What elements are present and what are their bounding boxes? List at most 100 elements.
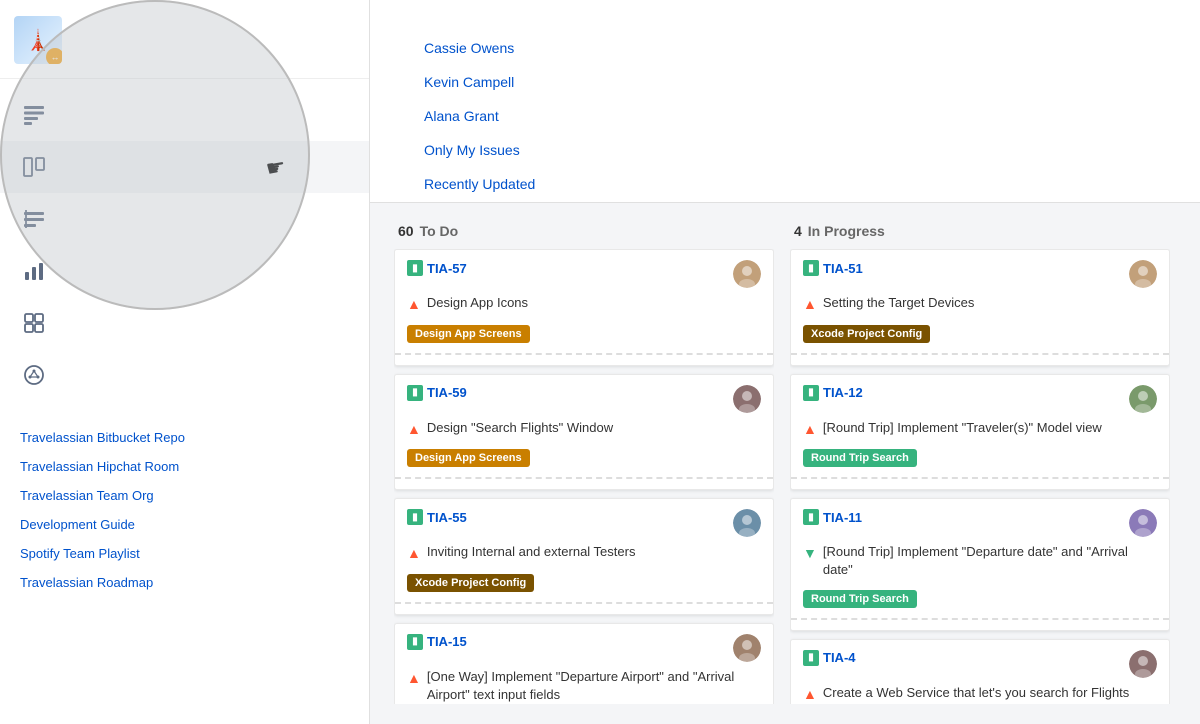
avatar (733, 634, 761, 662)
quick-filter-item[interactable]: Cassie Owens (410, 32, 549, 66)
board-column-inprogress: 4In Progress ▮ TIA-51 ▲ Setting the Targ… (790, 223, 1170, 704)
card-id-text: TIA-59 (427, 385, 467, 400)
kanban-icon (20, 153, 48, 181)
card-title-text: [Round Trip] Implement "Traveler(s)" Mod… (823, 419, 1102, 437)
card-title: ▲ Design "Search Flights" Window (407, 419, 761, 440)
shortcut-item[interactable]: Development Guide (0, 510, 369, 539)
card-title: ▲ Create a Web Service that let's you se… (803, 684, 1157, 704)
card-title-text: Setting the Target Devices (823, 294, 975, 312)
shortcut-item[interactable]: Travelassian Roadmap (0, 568, 369, 597)
cards-list: ▮ TIA-57 ▲ Design App Icons Design App S… (394, 249, 774, 704)
table-row[interactable]: ▮ TIA-51 ▲ Setting the Target Devices Xc… (790, 249, 1170, 366)
card-title-text: [One Way] Implement "Departure Airport" … (427, 668, 761, 704)
card-id: ▮ TIA-59 (407, 385, 467, 401)
logo-badge: ↔ (46, 48, 62, 64)
story-icon: ▮ (407, 634, 423, 650)
card-id: ▮ TIA-57 (407, 260, 467, 276)
table-row[interactable]: ▮ TIA-57 ▲ Design App Icons Design App S… (394, 249, 774, 366)
card-divider (395, 477, 773, 479)
project-logo[interactable]: 🗼 ↔ (14, 16, 62, 64)
priority-up-icon: ▲ (803, 685, 817, 704)
card-title: ▲ Setting the Target Devices (803, 294, 1157, 315)
components-icon (20, 309, 48, 337)
card-id-text: TIA-4 (823, 650, 856, 665)
sidebar-item-releases[interactable] (0, 193, 369, 245)
priority-up-icon: ▲ (407, 420, 421, 440)
card-top: ▮ TIA-57 (407, 260, 761, 288)
card-tag: Xcode Project Config (803, 325, 930, 343)
card-top: ▮ TIA-12 (803, 385, 1157, 413)
priority-up-icon: ▲ (407, 544, 421, 564)
board-column-todo: 60To Do ▮ TIA-57 ▲ Design App Icons Desi… (394, 223, 774, 704)
card-id-text: TIA-57 (427, 261, 467, 276)
releases-icon (20, 205, 48, 233)
main-content: Cassie OwensKevin CampellAlana GrantOnly… (370, 0, 1200, 724)
column-header: 60To Do (394, 223, 774, 239)
card-title-text: [Round Trip] Implement "Departure date" … (823, 543, 1157, 579)
table-row[interactable]: ▮ TIA-59 ▲ Design "Search Flights" Windo… (394, 374, 774, 491)
card-top: ▮ TIA-11 (803, 509, 1157, 537)
sidebar: 🗼 ↔ (0, 0, 370, 724)
shortcuts-list: Travelassian Bitbucket RepoTravelassian … (0, 423, 369, 597)
shortcut-item[interactable]: Travelassian Team Org (0, 481, 369, 510)
quick-filter-item[interactable]: Alana Grant (410, 100, 549, 134)
sidebar-header: 🗼 ↔ (0, 0, 369, 79)
card-id: ▮ TIA-15 (407, 634, 467, 650)
story-icon: ▮ (407, 385, 423, 401)
sidebar-nav (0, 79, 369, 401)
sidebar-item-backlog[interactable] (0, 89, 369, 141)
card-title-text: Create a Web Service that let's you sear… (823, 684, 1129, 702)
card-top: ▮ TIA-59 (407, 385, 761, 413)
sidebar-item-reports[interactable] (0, 245, 369, 297)
card-title: ▲ [One Way] Implement "Departure Airport… (407, 668, 761, 704)
board-columns: 60To Do ▮ TIA-57 ▲ Design App Icons Desi… (394, 223, 1170, 704)
table-row[interactable]: ▮ TIA-4 ▲ Create a Web Service that let'… (790, 639, 1170, 704)
priority-up-icon: ▲ (407, 669, 421, 689)
card-title-text: Inviting Internal and external Testers (427, 543, 636, 561)
priority-up-red-icon: ▲ (803, 295, 817, 315)
test-icon (20, 361, 48, 389)
reports-icon (20, 257, 48, 285)
story-icon: ▮ (407, 260, 423, 276)
shortcut-item[interactable]: Spotify Team Playlist (0, 539, 369, 568)
quick-filters-bar: Cassie OwensKevin CampellAlana GrantOnly… (398, 32, 1172, 202)
card-title-text: Design "Search Flights" Window (427, 419, 613, 437)
card-divider (395, 353, 773, 355)
shortcut-item[interactable]: Travelassian Hipchat Room (0, 452, 369, 481)
avatar (733, 260, 761, 288)
table-row[interactable]: ▮ TIA-55 ▲ Inviting Internal and externa… (394, 498, 774, 615)
table-row[interactable]: ▮ TIA-11 ▼ [Round Trip] Implement "Depar… (790, 498, 1170, 630)
cards-list: ▮ TIA-51 ▲ Setting the Target Devices Xc… (790, 249, 1170, 704)
card-tag: Round Trip Search (803, 449, 917, 467)
priority-up-icon: ▲ (407, 295, 421, 315)
card-id: ▮ TIA-51 (803, 260, 863, 276)
card-id: ▮ TIA-55 (407, 509, 467, 525)
main-header: Cassie OwensKevin CampellAlana GrantOnly… (370, 0, 1200, 203)
avatar (733, 385, 761, 413)
story-icon: ▮ (803, 650, 819, 666)
table-row[interactable]: ▮ TIA-15 ▲ [One Way] Implement "Departur… (394, 623, 774, 704)
quick-filters-list: Cassie OwensKevin CampellAlana GrantOnly… (410, 32, 549, 202)
card-id-text: TIA-15 (427, 634, 467, 649)
shortcut-item[interactable]: Travelassian Bitbucket Repo (0, 423, 369, 452)
card-divider (791, 477, 1169, 479)
card-divider (791, 353, 1169, 355)
card-title-text: Design App Icons (427, 294, 528, 312)
card-top: ▮ TIA-51 (803, 260, 1157, 288)
quick-filter-item[interactable]: Only My Issues (410, 134, 549, 168)
quick-filter-item[interactable]: Kevin Campell (410, 66, 549, 100)
sidebar-item-kanban[interactable] (0, 141, 369, 193)
card-top: ▮ TIA-15 (407, 634, 761, 662)
avatar (1129, 650, 1157, 678)
card-title: ▼ [Round Trip] Implement "Departure date… (803, 543, 1157, 579)
sidebar-item-test-sessions[interactable] (0, 349, 369, 401)
card-top: ▮ TIA-55 (407, 509, 761, 537)
story-icon: ▮ (803, 260, 819, 276)
column-header: 4In Progress (790, 223, 1170, 239)
table-row[interactable]: ▮ TIA-12 ▲ [Round Trip] Implement "Trave… (790, 374, 1170, 491)
card-tag: Round Trip Search (803, 590, 917, 608)
quick-filter-item[interactable]: Recently Updated (410, 168, 549, 202)
card-id-text: TIA-55 (427, 510, 467, 525)
sidebar-item-components[interactable] (0, 297, 369, 349)
card-title: ▲ [Round Trip] Implement "Traveler(s)" M… (803, 419, 1157, 440)
